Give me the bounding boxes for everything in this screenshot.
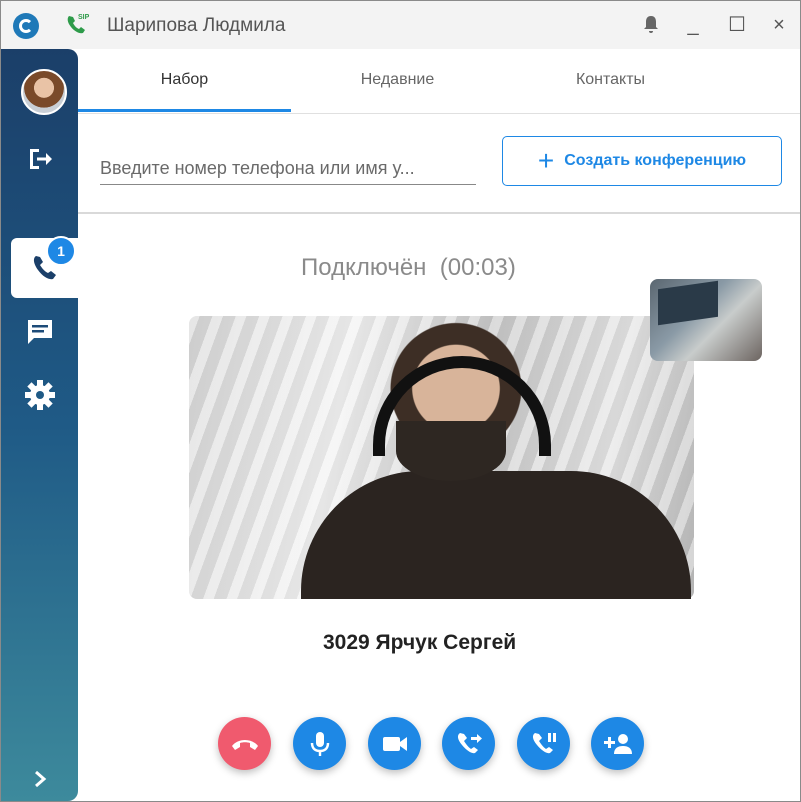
remote-person (301, 471, 691, 599)
hangup-button[interactable] (218, 717, 271, 770)
call-status: Подключён (00:03) (301, 254, 516, 282)
svg-text:SIP: SIP (78, 14, 90, 21)
transfer-call-button[interactable] (442, 717, 495, 770)
plus-icon: + (537, 145, 555, 176)
app-window: SIP Шарипова Людмила _ ☐ × 1 Набор Недав… (0, 0, 801, 802)
maximize-button[interactable]: ☐ (723, 11, 751, 39)
call-hold-icon (532, 732, 556, 753)
sidebar-item-settings[interactable] (1, 365, 78, 425)
expand-sidebar-button[interactable] (1, 749, 78, 801)
sidebar: 1 (1, 49, 78, 801)
chat-icon (27, 320, 52, 344)
add-participant-button[interactable] (591, 717, 644, 770)
self-video-content (658, 280, 718, 326)
tab-bar: Набор Недавние Контакты (78, 49, 800, 114)
search-input[interactable] (100, 152, 476, 185)
title-bar: SIP Шарипова Людмила _ ☐ × (1, 1, 800, 49)
dial-row: + Создать конференцию (78, 114, 800, 214)
gear-icon (24, 380, 55, 410)
minimize-button[interactable]: _ (679, 11, 707, 39)
logout-button[interactable] (1, 129, 78, 189)
call-timer: (00:03) (439, 254, 516, 281)
sidebar-item-chat[interactable] (1, 302, 78, 362)
avatar[interactable] (21, 69, 67, 115)
call-transfer-icon (457, 732, 482, 753)
logout-icon (29, 149, 52, 169)
self-video-preview[interactable] (650, 279, 762, 361)
bell-icon[interactable] (637, 11, 665, 39)
create-conference-label: Создать конференцию (564, 152, 747, 169)
tab-dial[interactable]: Набор (78, 49, 291, 113)
sip-phone-icon: SIP (67, 14, 90, 34)
call-status-text: Подключён (301, 254, 427, 281)
tab-contacts[interactable]: Контакты (504, 49, 717, 113)
app-logo-icon (13, 13, 39, 39)
tab-recent[interactable]: Недавние (291, 49, 504, 113)
hold-call-button[interactable] (517, 717, 570, 770)
window-title: Шарипова Людмила (107, 15, 286, 36)
mute-mic-button[interactable] (293, 717, 346, 770)
active-tab-indicator (78, 109, 291, 112)
microphone-icon (310, 731, 329, 756)
unread-badge: 1 (46, 236, 76, 266)
caller-name: 3029 Ярчук Сергей (323, 631, 517, 654)
close-button[interactable]: × (765, 11, 793, 39)
add-person-icon (603, 733, 632, 754)
sidebar-item-calls[interactable]: 1 (11, 236, 78, 298)
video-button[interactable] (368, 717, 421, 770)
create-conference-button[interactable]: + Создать конференцию (502, 136, 782, 186)
video-camera-icon (382, 736, 407, 751)
chevron-right-icon (34, 770, 46, 788)
hangup-icon (231, 739, 258, 750)
